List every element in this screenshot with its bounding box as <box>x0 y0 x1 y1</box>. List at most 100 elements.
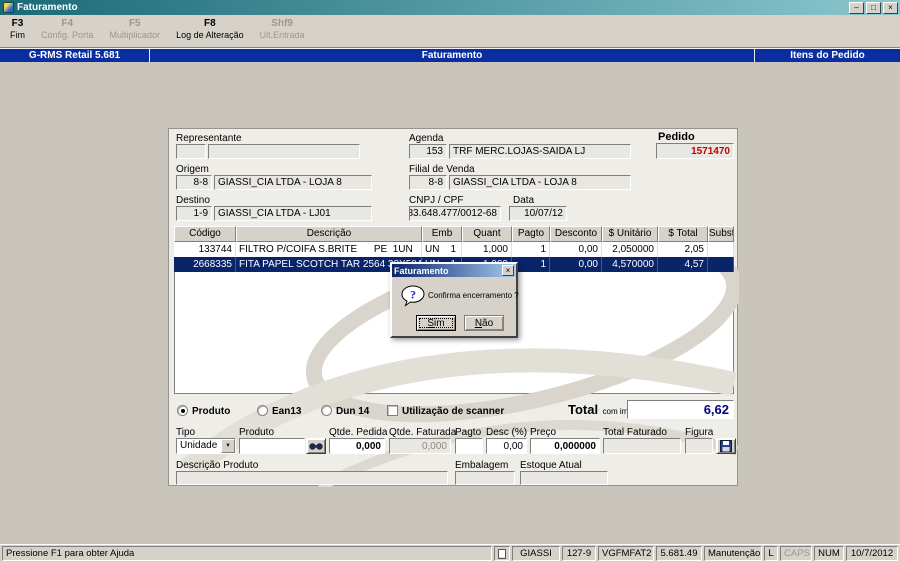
table-cell-total: 4,57 <box>658 257 708 272</box>
header-module-title: Faturamento <box>150 49 755 62</box>
header-app-version: G-RMS Retail 5.681 <box>0 49 150 62</box>
toolbar-key: Shf9 <box>271 18 293 29</box>
preco-input[interactable]: 0,000000 <box>530 438 600 454</box>
agenda-name-field[interactable]: TRF MERC.LOJAS-SAIDA LJ <box>449 144 631 159</box>
filial-name-field[interactable]: GIASSI_CIA LTDA - LOJA 8 <box>449 175 631 190</box>
dialog-titlebar[interactable]: Faturamento × <box>392 264 516 277</box>
table-cell-emb: UN 1 <box>422 242 462 257</box>
qtde-pedida-label: Qtde. Pedida <box>329 427 388 438</box>
toolbar-item-shf9: Shf9 Ult.Entrada <box>260 18 305 40</box>
confirm-dialog: Faturamento × ? Confirma encerramento ? … <box>390 262 519 338</box>
statusbar-panel-num: NUM <box>814 546 844 561</box>
toolbar-item-f3[interactable]: F3 Fim <box>10 18 25 40</box>
representante-name-field[interactable] <box>208 144 360 159</box>
dialog-close-button[interactable]: × <box>502 265 514 276</box>
agenda-code-field[interactable]: 153 <box>409 144 447 159</box>
grid-column-header[interactable]: Descrição <box>236 226 422 242</box>
table-cell-subst <box>708 257 734 272</box>
svg-text:?: ? <box>410 288 416 302</box>
origem-name-field[interactable]: GIASSI_CIA LTDA - LOJA 8 <box>214 175 372 190</box>
representante-label: Representante <box>176 133 242 144</box>
grid-column-header[interactable]: Desconto <box>550 226 602 242</box>
grid-column-header[interactable]: $ Total <box>658 226 708 242</box>
radio-produto-label: Produto <box>192 406 231 417</box>
pagto-label: Pagto <box>455 427 482 438</box>
confirm-yes-button[interactable]: Sim <box>416 315 456 331</box>
table-cell-total: 2,05 <box>658 242 708 257</box>
statusbar-doc-panel <box>494 546 510 561</box>
table-row[interactable]: 133744 FILTRO P/COIFA S.BRITE PE 1UN UN 11… <box>174 242 734 257</box>
destino-name-field[interactable]: GIASSI_CIA LTDA - LJ01 <box>214 206 372 221</box>
header-bar: G-RMS Retail 5.681 Faturamento Itens do … <box>0 48 900 62</box>
radio-dun14[interactable] <box>321 405 332 416</box>
produto-label: Produto <box>239 427 275 438</box>
save-button[interactable] <box>716 438 736 454</box>
origem-code-field[interactable]: 8-8 <box>176 175 212 190</box>
statusbar-panels: GIASSI 127-9 VGFMFAT2 5.681.49 Manutenção L CA… <box>512 546 898 561</box>
confirm-no-button[interactable]: Não <box>464 315 504 331</box>
radio-produto[interactable] <box>177 405 188 416</box>
destino-code-field[interactable]: 1-9 <box>176 206 212 221</box>
table-cell-unitario: 4,570000 <box>602 257 658 272</box>
scanner-checkbox[interactable] <box>387 405 398 416</box>
table-cell-subst <box>708 242 734 257</box>
embalagem-label: Embalagem <box>455 460 509 471</box>
table-row-empty <box>174 347 734 362</box>
tipo-dropdown-value: Unidade <box>180 440 218 451</box>
toolbar-label: Config. Porta <box>41 30 94 40</box>
table-cell-desconto: 0,00 <box>550 242 602 257</box>
desc-percent-input[interactable]: 0,00 <box>486 438 527 454</box>
titlebar[interactable]: Faturamento – □ × <box>0 0 900 15</box>
figura-field <box>685 438 713 454</box>
document-icon <box>498 548 506 559</box>
toolbar-key: F3 <box>11 18 24 29</box>
close-button[interactable]: × <box>883 1 898 14</box>
statusbar-panel-caps: CAPS <box>780 546 812 561</box>
statusbar-panel-vgfmfat2: VGFMFAT2 <box>598 546 654 561</box>
total-faturado-label: Total Faturado <box>603 427 667 438</box>
dialog-body: ? Confirma encerramento ? Sim Não <box>392 277 519 336</box>
search-product-button[interactable] <box>306 438 326 454</box>
produto-input[interactable] <box>239 438 305 454</box>
app-icon <box>3 2 14 13</box>
tipo-dropdown[interactable]: Unidade ▼ <box>176 438 236 454</box>
grid-column-header[interactable]: Quant <box>462 226 512 242</box>
statusbar-help-text: Pressione F1 para obter Ajuda <box>2 546 492 561</box>
dialog-message: Confirma encerramento ? <box>428 291 519 300</box>
desc-percent-label: Desc (%) <box>486 427 528 438</box>
radio-ean13[interactable] <box>257 405 268 416</box>
filial-code-field[interactable]: 8-8 <box>409 175 447 190</box>
statusbar-panel-1279: 127-9 <box>562 546 596 561</box>
table-cell-descricao: FILTRO P/COIFA S.BRITE PE 1UN <box>236 242 422 257</box>
statusbar-panel-giassi: GIASSI <box>512 546 560 561</box>
binoculars-icon <box>309 442 323 450</box>
toolbar-label: Log de Alteração <box>176 30 244 40</box>
table-row-empty <box>174 362 734 377</box>
qtde-faturada-field: 0,000 <box>389 438 451 454</box>
dropdown-arrow-icon[interactable]: ▼ <box>221 439 235 453</box>
toolbar-item-f4: F4 Config. Porta <box>41 18 94 40</box>
grid-column-header[interactable]: Emb <box>422 226 462 242</box>
grid-column-header[interactable]: Subst. <box>708 226 734 242</box>
toolbar-item-f8[interactable]: F8 Log de Alteração <box>176 18 244 40</box>
representante-code-field[interactable] <box>176 144 206 159</box>
embalagem-field <box>455 471 515 485</box>
maximize-button[interactable]: □ <box>866 1 881 14</box>
pagto-input[interactable] <box>455 438 483 454</box>
toolbar-key: F4 <box>61 18 74 29</box>
grid-column-header[interactable]: Pagto <box>512 226 550 242</box>
window-title: Faturamento <box>17 2 78 13</box>
radio-ean13-label: Ean13 <box>272 406 302 417</box>
grid-column-header[interactable]: $ Unitário <box>602 226 658 242</box>
preco-label: Preço <box>530 427 557 438</box>
toolbar-label: Ult.Entrada <box>259 30 305 40</box>
grid-column-header[interactable]: Código <box>174 226 236 242</box>
toolbar-label: Fim <box>10 30 25 40</box>
table-cell-pagto: 1 <box>512 242 550 257</box>
statusbar: Pressione F1 para obter Ajuda GIASSI 127-… <box>0 544 900 562</box>
total-label-main: Total <box>568 402 599 417</box>
minimize-button[interactable]: – <box>849 1 864 14</box>
origem-label: Origem <box>176 164 209 175</box>
qtde-pedida-input[interactable]: 0,000 <box>329 438 385 454</box>
pedido-label: Pedido <box>658 131 695 143</box>
